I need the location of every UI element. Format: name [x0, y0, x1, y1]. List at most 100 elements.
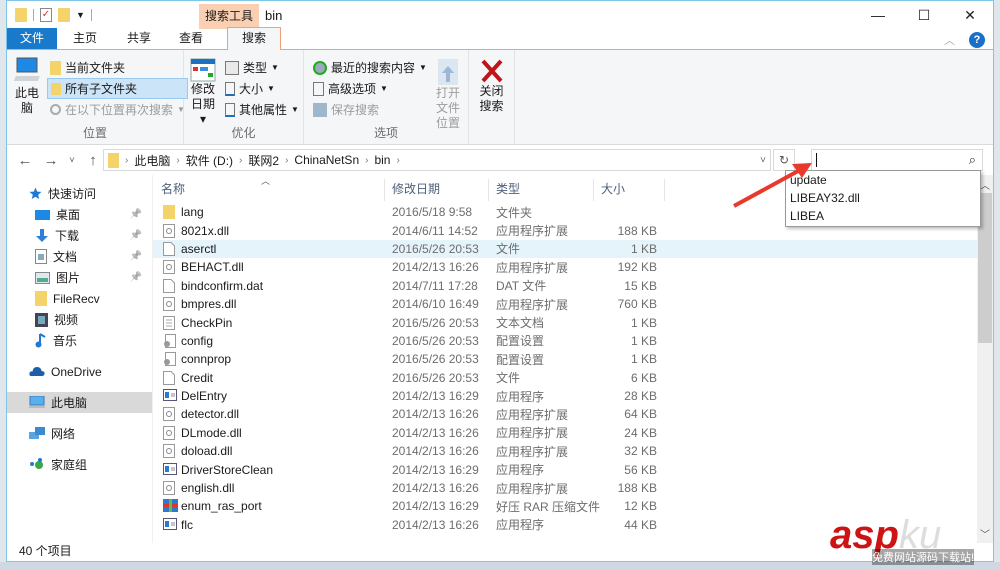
size-button[interactable]: 大小 ▼	[222, 78, 302, 99]
close-button[interactable]: ✕	[947, 1, 993, 29]
sidebar-item-document[interactable]: 文档 📌	[7, 246, 152, 267]
column-header-size[interactable]: 大小	[601, 181, 625, 201]
file-row[interactable]: doload.dll 2014/2/13 16:26 应用程序扩展 32 KB	[153, 442, 993, 460]
sidebar-item-download[interactable]: 下载 📌	[7, 225, 152, 246]
search-again-button[interactable]: 在以下位置再次搜索 ▼	[47, 99, 188, 120]
window-title: bin	[265, 8, 283, 23]
breadcrumb-this-pc[interactable]: 此电脑	[134, 152, 170, 169]
pin-icon[interactable]: 📌	[130, 251, 142, 262]
file-date: 2014/2/13 16:26	[392, 425, 479, 440]
config-file-icon	[163, 352, 177, 367]
help-icon[interactable]: ?	[969, 32, 985, 48]
breadcrumb-separator: ›	[176, 154, 180, 166]
breadcrumb-drive-d[interactable]: 软件 (D:)	[186, 152, 233, 169]
close-search-button[interactable]: 关闭 搜索	[475, 54, 508, 114]
size-icon	[225, 81, 235, 96]
breadcrumb-bin[interactable]: bin	[374, 153, 390, 167]
sidebar-item-network[interactable]: 网络	[7, 423, 152, 444]
properties-icon[interactable]: ✓	[40, 8, 52, 22]
file-row[interactable]: DriverStoreClean 2014/2/13 16:29 应用程序 56 KB	[153, 460, 993, 478]
exe-file-icon	[163, 389, 177, 403]
recent-locations-button[interactable]: ˅	[67, 155, 77, 165]
scroll-down-icon[interactable]: ﹀	[977, 526, 993, 541]
file-row[interactable]: BEHACT.dll 2014/2/13 16:26 应用程序扩展 192 KB	[153, 258, 993, 276]
file-row[interactable]: DLmode.dll 2014/2/13 16:26 应用程序扩展 24 KB	[153, 424, 993, 442]
computer-icon	[29, 396, 45, 409]
sidebar-item-cloud[interactable]: OneDrive	[7, 361, 152, 382]
collapse-ribbon-icon[interactable]: ︿	[944, 32, 955, 48]
file-type: 应用程序扩展	[496, 481, 569, 496]
file-row[interactable]: aserctl 2016/5/26 20:53 文件 1 KB	[153, 239, 993, 259]
dll-file-icon	[163, 260, 177, 275]
sidebar-item-label: 图片	[56, 271, 81, 285]
file-row[interactable]: config 2016/5/26 20:53 配置设置 1 KB	[153, 332, 993, 350]
forward-button[interactable]: →	[41, 152, 61, 169]
column-header-name[interactable]: 名称	[161, 181, 185, 201]
new-folder-icon[interactable]	[58, 8, 70, 22]
up-button[interactable]: ↑	[83, 152, 103, 169]
file-row[interactable]: bmpres.dll 2014/6/10 16:49 应用程序扩展 760 KB	[153, 295, 993, 313]
breadcrumb-separator: ›	[125, 154, 129, 166]
file-row[interactable]: Credit 2016/5/26 20:53 文件 6 KB	[153, 369, 993, 387]
sidebar-item-folder[interactable]: FileRecv	[7, 288, 152, 309]
search-input[interactable]: ⌕	[811, 149, 983, 171]
sidebar-item-music[interactable]: 音乐	[7, 330, 152, 351]
file-type: 好压 RAR 压缩文件	[496, 499, 601, 514]
tab-file[interactable]: 文件	[7, 28, 57, 49]
sort-indicator-icon: ︿	[261, 176, 271, 186]
file-date: 2014/2/13 16:26	[392, 444, 479, 459]
customize-toolbar-icon[interactable]: ▼	[76, 10, 85, 20]
minimize-button[interactable]: —	[855, 1, 901, 29]
file-row[interactable]: detector.dll 2014/2/13 16:26 应用程序扩展 64 KB	[153, 405, 993, 423]
file-row[interactable]: english.dll 2014/2/13 16:26 应用程序扩展 188 KB	[153, 479, 993, 497]
back-button[interactable]: ←	[15, 152, 35, 169]
file-row[interactable]: CheckPin 2016/5/26 20:53 文本文档 1 KB	[153, 313, 993, 331]
breadcrumb-chinanetsn[interactable]: ChinaNetSn	[294, 153, 359, 167]
pin-icon[interactable]: 📌	[130, 230, 142, 241]
breadcrumb-lianwang2[interactable]: 联网2	[248, 152, 279, 169]
sidebar-item-homegroup[interactable]: 家庭组	[7, 454, 152, 475]
save-search-button[interactable]: 保存搜索	[310, 99, 430, 120]
folder-icon	[35, 291, 47, 306]
file-row[interactable]: DelEntry 2014/2/13 16:29 应用程序 28 KB	[153, 387, 993, 405]
search-icon[interactable]: ⌕	[969, 152, 976, 168]
type-label: 类型	[243, 61, 268, 75]
column-header-date[interactable]: 修改日期	[392, 181, 440, 201]
sidebar-item-picture[interactable]: 图片 📌	[7, 267, 152, 288]
pin-icon[interactable]: 📌	[130, 272, 142, 283]
file-row[interactable]: connprop 2016/5/26 20:53 配置设置 1 KB	[153, 350, 993, 368]
sidebar-item-star[interactable]: 快速访问	[7, 183, 152, 204]
recent-searches-button[interactable]: 最近的搜索内容 ▼	[310, 57, 430, 78]
file-size: 12 KB	[624, 499, 657, 514]
save-icon	[313, 102, 327, 117]
tab-home[interactable]: 主页	[57, 28, 113, 49]
tab-share[interactable]: 共享	[113, 28, 165, 49]
file-size: 44 KB	[624, 517, 657, 532]
advanced-options-button[interactable]: 高级选项 ▼	[310, 78, 430, 99]
sidebar-item-computer[interactable]: 此电脑	[7, 392, 152, 413]
other-properties-button[interactable]: 其他属性 ▼	[222, 99, 302, 120]
file-type: 应用程序扩展	[496, 426, 569, 441]
file-size: 1 KB	[630, 241, 657, 256]
file-type: 文件夹	[496, 205, 533, 220]
sidebar-item-video[interactable]: 视频	[7, 309, 152, 330]
all-subfolders-button[interactable]: 所有子文件夹	[47, 78, 188, 99]
vertical-scrollbar[interactable]: ︿ ﹀	[977, 175, 993, 543]
maximize-button[interactable]: ☐	[901, 1, 947, 29]
type-button[interactable]: 类型 ▼	[222, 57, 302, 78]
search-again-label: 在以下位置再次搜索	[65, 103, 174, 117]
file-file-icon	[163, 370, 177, 385]
pin-icon[interactable]: 📌	[130, 209, 142, 220]
file-date: 2016/5/26 20:53	[392, 241, 479, 256]
cloud-icon	[29, 366, 45, 377]
tab-view[interactable]: 查看	[165, 28, 217, 49]
file-date: 2014/2/13 16:26	[392, 407, 479, 422]
current-folder-button[interactable]: 当前文件夹	[47, 57, 188, 78]
tab-search[interactable]: 搜索	[227, 27, 282, 50]
dll-file-icon	[163, 297, 177, 312]
address-bar[interactable]: › 此电脑 › 软件 (D:) › 联网2 › ChinaNetSn › bin…	[103, 149, 771, 171]
file-row[interactable]: bindconfirm.dat 2014/7/11 17:28 DAT 文件 15 K…	[153, 277, 993, 295]
sidebar-item-desktop[interactable]: 桌面 📌	[7, 204, 152, 225]
column-header-type[interactable]: 类型	[496, 181, 520, 201]
